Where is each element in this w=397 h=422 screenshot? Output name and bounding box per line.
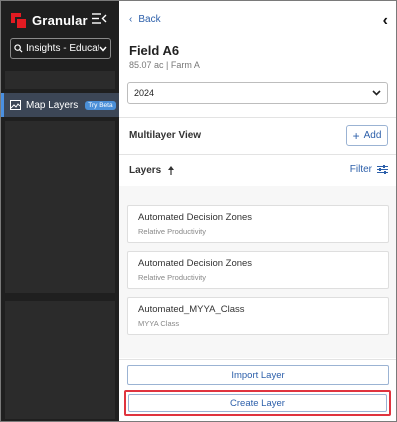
layers-list: Automated Decision Zones Relative Produc… [119,186,396,358]
app-frame: Granular Insights - Educatio Map La [0,0,397,422]
year-select[interactable]: 2024 [127,82,388,104]
multilayer-title: Multilayer View [129,130,202,141]
sidebar-placeholder [5,121,115,293]
brand-name: Granular [32,12,88,28]
year-select-value: 2024 [134,88,155,98]
layer-name: Automated Decision Zones [138,212,253,223]
layer-type: Relative Productivity [138,227,206,236]
filter-icon [377,165,388,174]
layer-card[interactable]: Automated_MYYA_Class MYYA Class [127,297,389,335]
plus-icon: + [352,128,360,143]
layer-type: Relative Productivity [138,273,206,282]
workspace-selector[interactable]: Insights - Educatio [10,38,111,59]
workspace-label: Insights - Educatio [26,43,99,54]
filter-label: Filter [349,164,372,175]
back-label: Back [138,14,161,25]
sidebar-placeholder [5,71,115,89]
collapse-panel-icon[interactable]: ‹ [383,12,388,30]
add-label: Add [363,130,382,141]
divider [119,154,396,155]
search-icon [14,44,23,53]
collapse-sidebar-icon[interactable] [92,12,107,25]
chevron-down-icon [99,46,107,52]
create-layer-highlight: Create Layer [124,390,391,416]
sidebar: Granular Insights - Educatio Map La [1,1,119,421]
sidebar-placeholder [5,301,115,419]
import-layer-button[interactable]: Import Layer [127,365,389,385]
layer-card[interactable]: Automated Decision Zones Relative Produc… [127,251,389,289]
divider [119,117,396,118]
brand: Granular [11,11,88,29]
layers-title: Layers [129,165,162,176]
chevron-left-icon: ‹ [129,14,133,25]
granular-logo [11,12,26,28]
add-button[interactable]: + Add [346,125,388,146]
layers-header[interactable]: Layers [129,165,175,176]
field-subtitle: 85.07 ac | Farm A [129,60,200,70]
back-link[interactable]: ‹ Back [129,14,161,25]
field-panel: ‹ Back ‹ Field A6 85.07 ac | Farm A 2024… [119,1,396,421]
layer-card[interactable]: Automated Decision Zones Relative Produc… [127,205,389,243]
sidebar-item-label: Map Layers [26,99,79,111]
sidebar-item-map-layers[interactable]: Map Layers Try Beta [1,93,119,117]
layer-name: Automated_MYYA_Class [138,304,245,315]
map-layers-icon [10,100,21,110]
divider [119,359,396,360]
sort-icon [168,166,175,175]
layer-type: MYYA Class [138,319,180,328]
layer-name: Automated Decision Zones [138,258,253,269]
try-beta-badge: Try Beta [85,100,116,110]
field-title: Field A6 [129,43,180,58]
filter-button[interactable]: Filter [350,164,388,175]
chevron-down-icon [372,90,381,96]
create-layer-button[interactable]: Create Layer [128,394,387,412]
